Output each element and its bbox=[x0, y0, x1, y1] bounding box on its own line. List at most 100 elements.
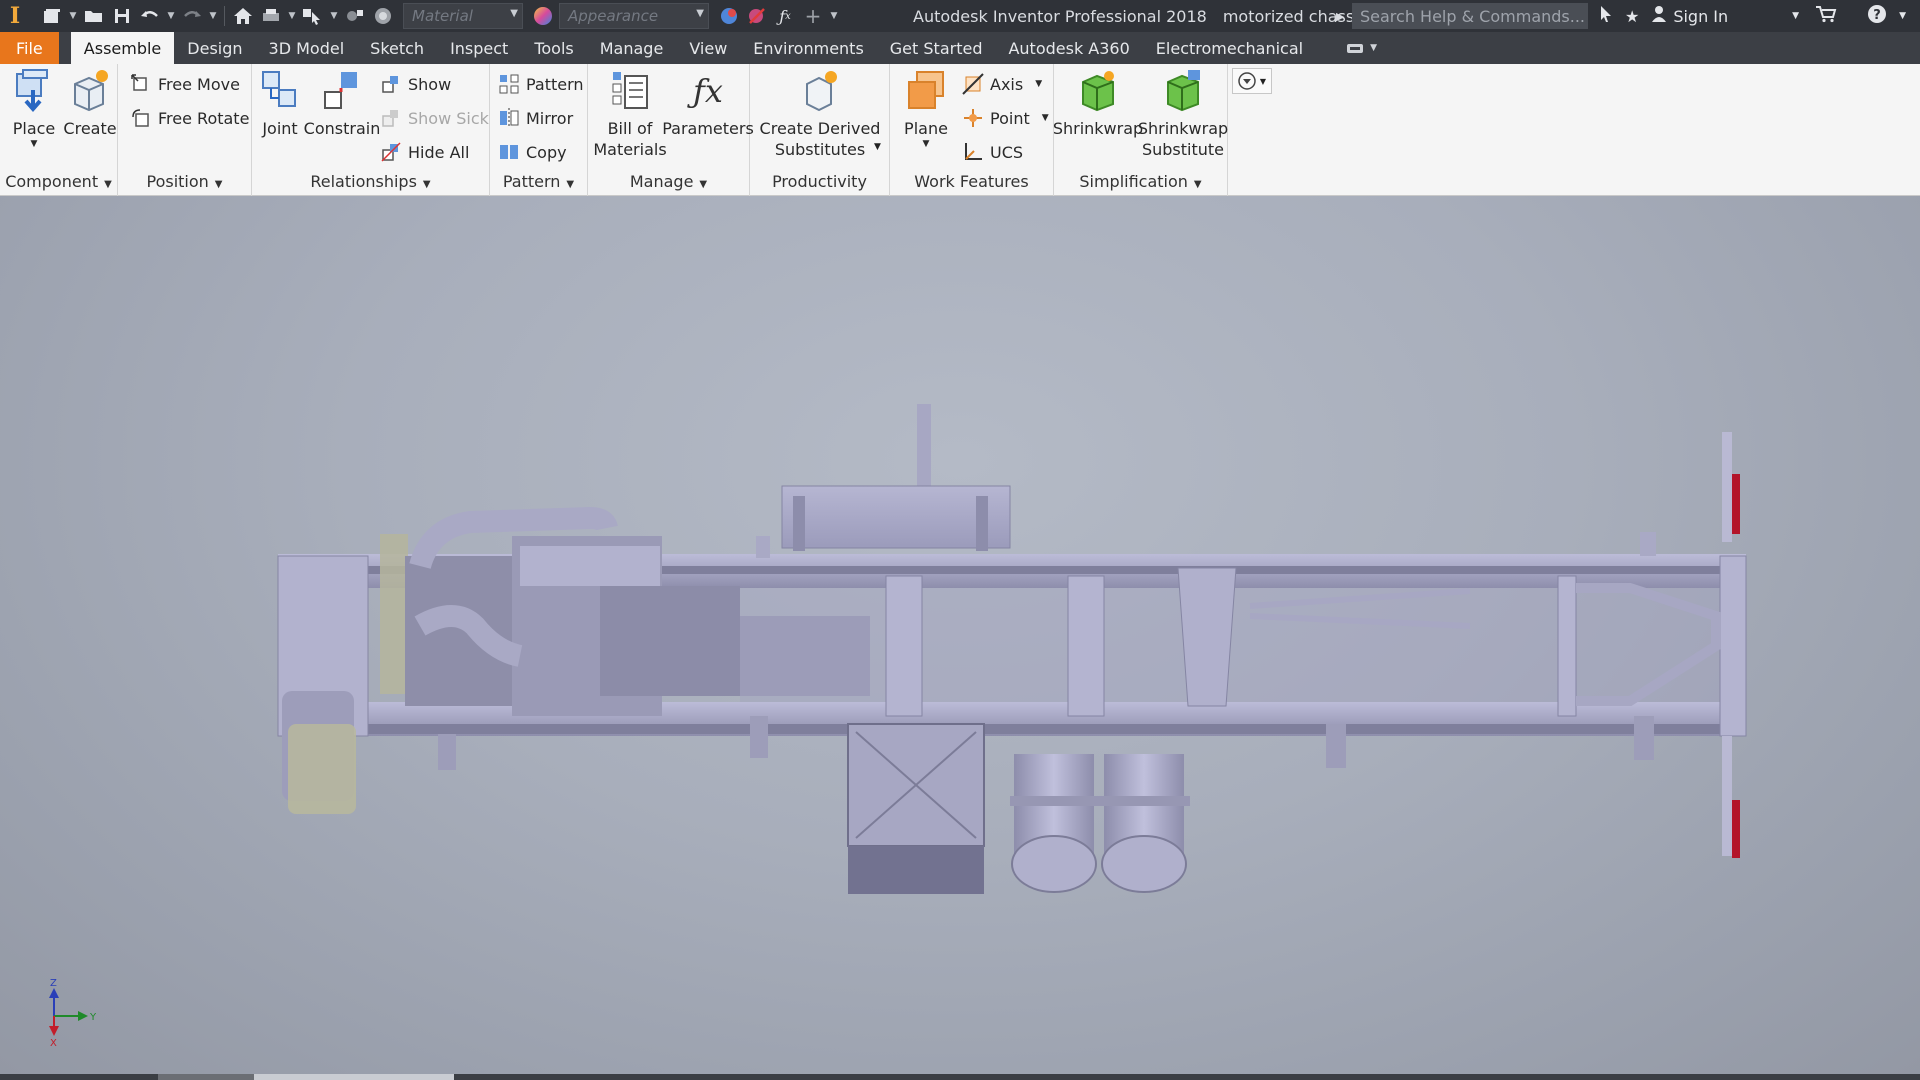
plane-button[interactable]: Plane ▼ bbox=[896, 68, 956, 149]
redo-dropdown-icon[interactable]: ▼ bbox=[206, 11, 220, 21]
axis-dropdown-icon[interactable]: ▼ bbox=[1035, 79, 1042, 89]
constrain-button[interactable]: Constrain bbox=[304, 68, 380, 139]
tab-autodesk-a360[interactable]: Autodesk A360 bbox=[995, 32, 1142, 64]
create-derived-substitutes-button[interactable]: Create Derived Substitutes bbox=[754, 68, 886, 160]
sign-in-link[interactable]: Sign In bbox=[1673, 7, 1728, 26]
cds-label-line2: Substitutes bbox=[774, 140, 866, 159]
pattern-button[interactable]: Pattern bbox=[498, 70, 584, 98]
free-rotate-button[interactable]: Free Rotate bbox=[130, 104, 249, 132]
parameters-button[interactable]: ƒx Parameters bbox=[662, 68, 754, 139]
save-icon[interactable] bbox=[108, 0, 136, 32]
ucs-button[interactable]: UCS bbox=[962, 138, 1023, 166]
inventor-logo[interactable]: I bbox=[0, 0, 30, 32]
clear-appearance-icon[interactable] bbox=[743, 0, 771, 32]
pattern-label: Pattern bbox=[526, 74, 584, 94]
select-filter-dropdown-icon[interactable]: ▼ bbox=[327, 11, 341, 21]
tab-file[interactable]: File bbox=[0, 32, 59, 64]
ribbon: Place ▼ Create Component ▼ Free Move Free… bbox=[0, 64, 1920, 196]
position-panel-label: Position bbox=[146, 172, 209, 191]
create-button[interactable]: Create bbox=[63, 68, 117, 139]
undo-dropdown-icon[interactable]: ▼ bbox=[164, 11, 178, 21]
tab-get-started[interactable]: Get Started bbox=[877, 32, 996, 64]
plane-dropdown-icon[interactable]: ▼ bbox=[923, 139, 930, 149]
material-dropdown[interactable]: Material ▼ bbox=[403, 3, 523, 29]
globe-icon[interactable] bbox=[369, 0, 397, 32]
panel-title-manage[interactable]: Manage ▼ bbox=[588, 170, 749, 196]
document-tab-strip-segment[interactable] bbox=[158, 1074, 254, 1080]
favorites-star-icon[interactable]: ★ bbox=[1619, 7, 1645, 26]
graphics-viewport[interactable]: Z Y X bbox=[0, 196, 1920, 1076]
chassis-assembly-model[interactable] bbox=[0, 196, 1920, 1076]
panel-title-relationships[interactable]: Relationships ▼ bbox=[252, 170, 489, 196]
spring-hanger bbox=[1326, 724, 1346, 768]
tab-electromechanical[interactable]: Electromechanical bbox=[1143, 32, 1316, 64]
print-dropdown-icon[interactable]: ▼ bbox=[285, 11, 299, 21]
undo-icon[interactable] bbox=[136, 0, 164, 32]
tab-assemble[interactable]: Assemble bbox=[70, 32, 175, 64]
spring-hanger-top bbox=[756, 536, 770, 558]
transmission bbox=[740, 616, 870, 696]
sign-in-dropdown-icon[interactable]: ▼ bbox=[1786, 11, 1805, 21]
tab-view[interactable]: View bbox=[676, 32, 740, 64]
appearance-dropdown[interactable]: Appearance ▼ bbox=[559, 3, 709, 29]
copy-button[interactable]: Copy bbox=[498, 138, 567, 166]
rear-light-bracket-lower bbox=[1722, 736, 1732, 856]
tab-sketch[interactable]: Sketch bbox=[357, 32, 437, 64]
show-sick-button[interactable]: Show Sick bbox=[380, 104, 489, 132]
point-dropdown-icon[interactable]: ▼ bbox=[1042, 113, 1049, 123]
help-dropdown-icon[interactable]: ▼ bbox=[1893, 11, 1912, 21]
point-button[interactable]: Point ▼ bbox=[962, 104, 1049, 132]
help-search-placeholder: Search Help & Commands... bbox=[1360, 6, 1586, 26]
free-move-label: Free Move bbox=[158, 74, 240, 94]
plus-icon[interactable]: + bbox=[799, 0, 827, 32]
help-search-input[interactable]: Search Help & Commands... bbox=[1352, 3, 1588, 29]
tab-inspect[interactable]: Inspect bbox=[437, 32, 521, 64]
panel-relationships: Joint Constrain Show Show Sick Hide All … bbox=[252, 64, 490, 196]
hide-all-button[interactable]: Hide All bbox=[380, 138, 469, 166]
appearance-sphere-icon[interactable] bbox=[529, 0, 557, 32]
place-button[interactable]: Place ▼ bbox=[10, 68, 58, 149]
update-icon[interactable] bbox=[341, 0, 369, 32]
ribbon-extra-panel-dropdown[interactable]: ▼ bbox=[1232, 68, 1272, 94]
joint-button[interactable]: Joint bbox=[256, 68, 304, 139]
help-icon[interactable]: ? bbox=[1861, 4, 1893, 28]
axis-button[interactable]: Axis ▼ bbox=[962, 70, 1042, 98]
user-icon[interactable] bbox=[1645, 5, 1673, 27]
tab-environments[interactable]: Environments bbox=[740, 32, 877, 64]
adjust-appearance-icon[interactable] bbox=[715, 0, 743, 32]
tab-3d-model[interactable]: 3D Model bbox=[256, 32, 358, 64]
print-icon[interactable] bbox=[257, 0, 285, 32]
open-icon[interactable] bbox=[80, 0, 108, 32]
window-title: Autodesk Inventor Professional 2018 moto… bbox=[913, 0, 1367, 32]
free-move-button[interactable]: Free Move bbox=[130, 70, 240, 98]
function-icon[interactable]: ƒx bbox=[771, 0, 799, 32]
panel-title-simplification[interactable]: Simplification ▼ bbox=[1054, 170, 1227, 196]
panel-title-pattern[interactable]: Pattern ▼ bbox=[490, 170, 587, 196]
search-arrow-icon[interactable]: ▶ bbox=[1336, 0, 1344, 32]
mirror-button[interactable]: Mirror bbox=[498, 104, 573, 132]
tab-tools[interactable]: Tools bbox=[521, 32, 586, 64]
bill-of-materials-icon bbox=[612, 72, 648, 109]
place-dropdown-icon[interactable]: ▼ bbox=[31, 139, 38, 149]
customize-dropdown-icon[interactable]: ▼ bbox=[827, 11, 841, 21]
panel-title-position[interactable]: Position ▼ bbox=[118, 170, 251, 196]
home-icon[interactable] bbox=[229, 0, 257, 32]
tab-design[interactable]: Design bbox=[174, 32, 255, 64]
bill-of-materials-button[interactable]: Bill of Materials bbox=[592, 68, 668, 160]
shrinkwrap-button[interactable]: Shrinkwrap bbox=[1053, 68, 1143, 139]
select-filter-icon[interactable] bbox=[299, 0, 327, 32]
shrinkwrap-substitute-button[interactable]: Shrinkwrap Substitute bbox=[1138, 68, 1228, 160]
redo-icon[interactable] bbox=[178, 0, 206, 32]
document-tab-strip-active[interactable] bbox=[254, 1074, 454, 1080]
cds-dropdown-icon[interactable]: ▼ bbox=[874, 142, 881, 152]
cart-icon[interactable] bbox=[1809, 5, 1843, 27]
show-button[interactable]: Show bbox=[380, 70, 451, 98]
new-dropdown-icon[interactable]: ▼ bbox=[66, 11, 80, 21]
panel-title-component[interactable]: Component ▼ bbox=[0, 170, 117, 196]
pointer-icon[interactable] bbox=[1593, 5, 1619, 27]
panel-pattern: Pattern Mirror Copy Pattern ▼ bbox=[490, 64, 588, 196]
tab-manage[interactable]: Manage bbox=[587, 32, 677, 64]
ribbon-display-options-icon[interactable]: ▼ bbox=[1316, 32, 1377, 64]
new-icon[interactable] bbox=[38, 0, 66, 32]
ribbon-tab-bar: File Assemble Design 3D Model Sketch Ins… bbox=[0, 32, 1920, 64]
